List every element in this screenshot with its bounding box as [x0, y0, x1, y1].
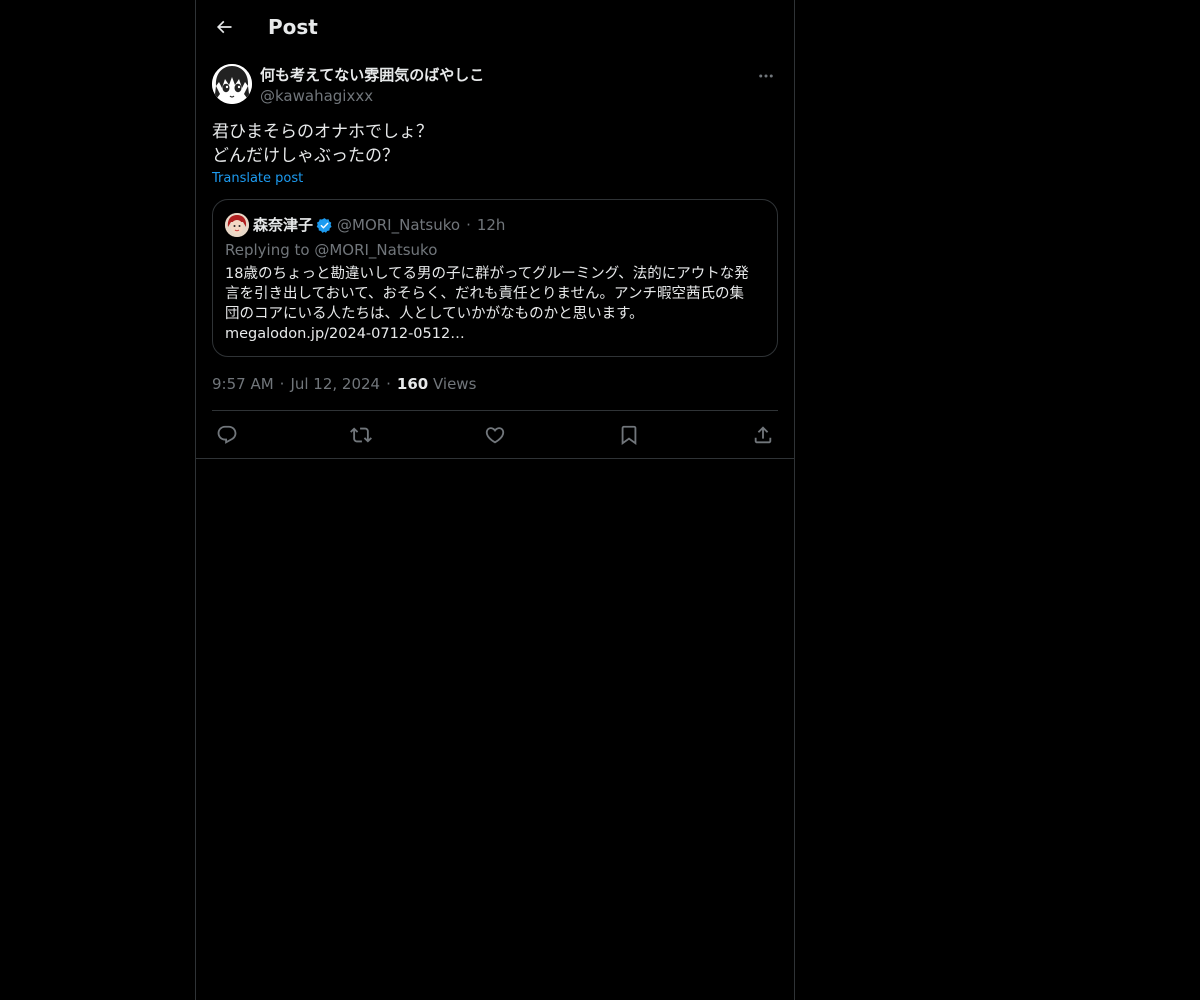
post-date[interactable]: Jul 12, 2024: [290, 375, 380, 393]
separator-dot: ·: [466, 216, 471, 234]
action-bar: [212, 418, 778, 452]
author-name[interactable]: 何も考えてない雰囲気のばやしこ: [260, 65, 484, 85]
post-bottom-border: [196, 458, 794, 459]
post-text-line: どんだけしゃぶったの？: [212, 146, 399, 166]
reply-button[interactable]: [212, 420, 242, 450]
quoted-avatar[interactable]: [225, 213, 249, 237]
replying-to: Replying to @MORI_Natsuko: [225, 241, 438, 259]
arrow-left-icon: [214, 17, 234, 37]
quoted-author-handle[interactable]: @MORI_Natsuko: [337, 215, 460, 235]
views-label: Views: [432, 375, 477, 393]
quoted-timestamp[interactable]: 12h: [477, 215, 506, 235]
quoted-text: 18歳のちょっと勘違いしてる男の子に群がってグルーミング、法的にアウトな発 言を…: [225, 264, 769, 344]
divider: [212, 410, 778, 411]
post-text: 君ひまそらのオナホでしょ？ どんだけしゃぶったの？: [212, 120, 778, 168]
repost-icon: [350, 424, 372, 446]
heart-icon: [484, 424, 506, 446]
avatar[interactable]: [212, 64, 252, 104]
back-button[interactable]: [206, 9, 242, 45]
post-metadata: 9:57 AM · Jul 12, 2024 · 160 Views: [212, 374, 476, 394]
more-horizontal-icon: [757, 67, 775, 85]
quoted-header: 森奈津子 @MORI_Natsuko · 12h: [253, 213, 505, 237]
author-handle[interactable]: @kawahagixxx: [260, 86, 373, 106]
quoted-text-line: 言を引き出しておいて、おそらく、だれも責任とりません。アンチ暇空茜氏の集: [225, 286, 744, 302]
quoted-link[interactable]: megalodon.jp/2024-0712-0512…: [225, 324, 769, 344]
like-button[interactable]: [480, 420, 510, 450]
reply-icon: [216, 424, 238, 446]
quoted-text-line: 18歳のちょっと勘違いしてる男の子に群がってグルーミング、法的にアウトな発: [225, 266, 749, 282]
share-button[interactable]: [748, 420, 778, 450]
bookmark-button[interactable]: [614, 420, 644, 450]
post-text-line: 君ひまそらのオナホでしょ？: [212, 122, 433, 142]
separator-dot: ·: [386, 375, 391, 393]
quoted-author-name[interactable]: 森奈津子: [253, 215, 313, 235]
views-count: 160: [396, 375, 429, 393]
separator-dot: ·: [279, 375, 285, 393]
quoted-text-line: 団のコアにいる人たちは、人としていかがなものかと思います。: [225, 306, 644, 322]
translate-post-link[interactable]: Translate post: [212, 170, 303, 188]
verified-badge-icon: [316, 217, 333, 234]
share-icon: [752, 424, 774, 446]
bookmark-icon: [618, 424, 640, 446]
quoted-post[interactable]: 森奈津子 @MORI_Natsuko · 12h Replying to @MO…: [212, 199, 778, 357]
repost-button[interactable]: [346, 420, 376, 450]
page-title: Post: [268, 15, 318, 39]
post-detail-column: Post 何も考えてない雰囲気のばやしこ @kawahagixxx 君ひまそらの…: [195, 0, 795, 1000]
more-button[interactable]: [754, 64, 778, 88]
post-time[interactable]: 9:57 AM: [212, 375, 274, 393]
page-header: Post: [196, 0, 794, 54]
